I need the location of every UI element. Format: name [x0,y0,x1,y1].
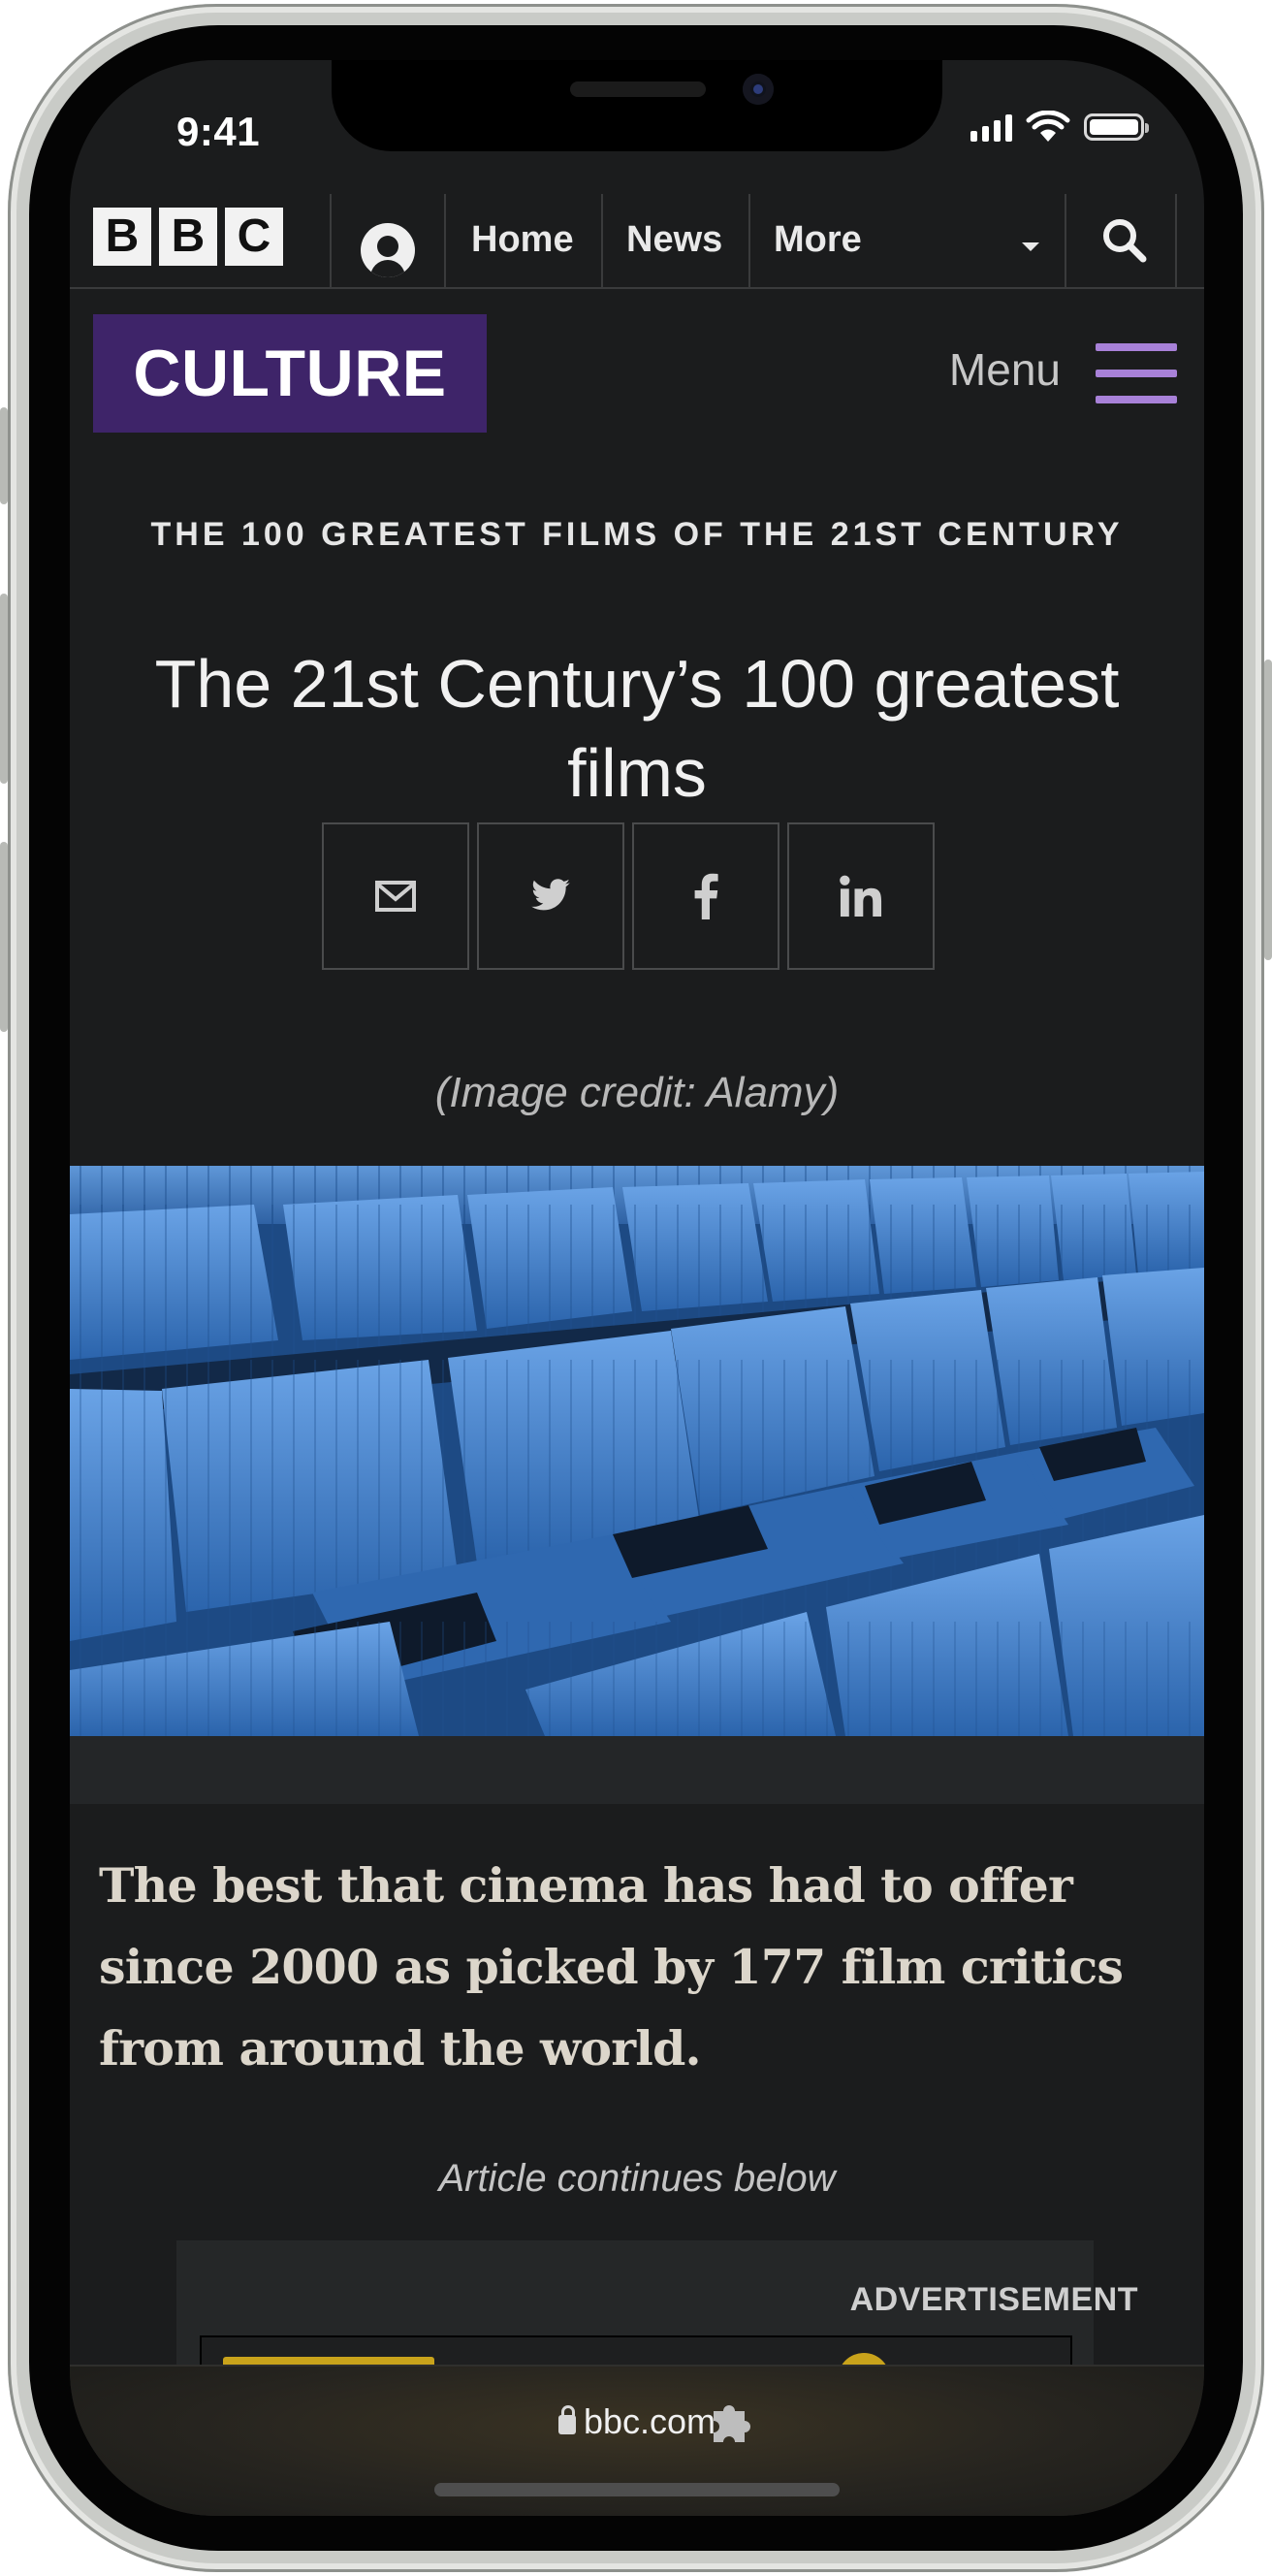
lock-icon [557,2405,576,2434]
share-linkedin-button[interactable] [787,822,935,970]
article-continues-note: Article continues below [438,2157,836,2200]
email-icon [375,881,416,912]
share-facebook-button[interactable] [632,822,779,970]
article-headline: The 21st Century’s 100 greatest films [154,645,1120,811]
bbc-logo-block: B [93,208,151,266]
front-camera [743,74,774,105]
image-credit: (Image credit: Alamy) [434,1069,840,1116]
cellular-signal-icon [970,113,1012,142]
account-icon[interactable] [361,223,415,277]
browser-address[interactable]: bbc.com [70,2401,1204,2442]
nav-divider [330,194,332,287]
share-twitter-button[interactable] [477,822,624,970]
image-caption-strip [70,1736,1204,1804]
nav-divider [748,194,750,287]
twitter-icon [531,879,570,911]
volume-up-button [0,594,8,784]
home-indicator[interactable] [434,2483,840,2496]
bbc-logo[interactable]: B B C [93,208,283,266]
advertisement-label: ADVERTISEMENT [849,2281,1138,2318]
nav-divider [1065,194,1066,287]
status-icons [970,111,1149,144]
browser-url: bbc.com [583,2401,716,2441]
status-time: 9:41 [176,109,261,154]
linkedin-icon [840,875,882,918]
article-summary: The best that cinema has had to offer si… [99,1857,1124,2077]
volume-down-button [0,842,8,1032]
notch [332,60,942,151]
nav-news-link[interactable]: News [626,219,722,261]
mute-switch [0,407,8,504]
article-kicker[interactable]: THE 100 GREATEST FILMS OF THE 21ST CENTU… [70,516,1204,554]
hamburger-menu-icon[interactable] [1096,343,1177,403]
share-email-button[interactable] [322,822,469,970]
search-icon[interactable] [1099,215,1150,266]
battery-icon [1084,113,1149,141]
earpiece [570,81,706,97]
hero-image-cinema-seats [70,1166,1204,1736]
nav-divider [1175,194,1177,287]
share-buttons [322,822,935,970]
facebook-icon [694,873,718,919]
nav-divider [444,194,446,287]
phone-screen: 9:41 B B C Home News More CULTURE Menu T… [70,60,1204,2516]
culture-brand-logo[interactable]: CULTURE [93,314,487,433]
extensions-puzzle-icon[interactable] [704,2398,756,2450]
wifi-icon [1026,111,1070,142]
bbc-global-nav: B B C Home News More [70,194,1204,289]
menu-label[interactable]: Menu [949,343,1061,396]
nav-home-link[interactable]: Home [471,219,574,261]
nav-more-link[interactable]: More [774,219,862,261]
bbc-logo-block: B [159,208,217,266]
nav-divider [601,194,603,287]
bbc-logo-block: C [225,208,283,266]
chevron-down-icon[interactable] [1022,242,1039,251]
side-button [1264,660,1272,960]
